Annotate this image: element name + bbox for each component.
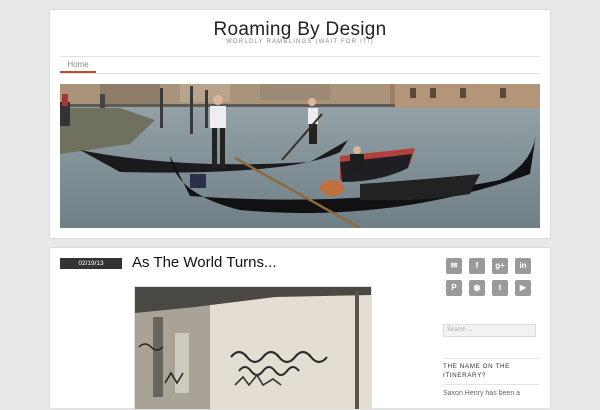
youtube-icon[interactable]: ▶ [515,280,531,296]
header-hero-image [60,84,540,228]
widget-divider-top [443,358,539,359]
facebook-icon[interactable]: f [469,258,485,274]
email-icon[interactable]: ✉ [446,258,462,274]
pinterest-icon[interactable]: P [446,280,462,296]
site-header: Roaming By Design WORLDLY RAMBLINGS (WAI… [50,10,550,238]
post-title-link[interactable]: As The World Turns... [132,254,277,271]
post-content-area: 02/19/13 As The World Turns... ✉ f g+ in P ◉ t… [50,248,550,410]
post-featured-image[interactable] [134,286,372,410]
nav-item-home[interactable]: Home [60,58,96,72]
search-input[interactable]: Search ... [443,324,536,337]
widget-divider-bottom [443,384,539,385]
rss-icon[interactable]: ◉ [469,280,485,296]
twitter-icon[interactable]: t [492,280,508,296]
nav-divider-bottom [60,73,540,74]
widget-title: THE NAME ON THE ITINERARY? [443,363,510,379]
linkedin-icon[interactable]: in [515,258,531,274]
nav-divider-top [60,56,540,57]
site-tagline: WORLDLY RAMBLINGS (WAIT FOR IT!) [226,39,374,45]
google-plus-icon[interactable]: g+ [492,258,508,274]
widget-text: Saxon Henry has been a [443,390,521,397]
site-title[interactable]: Roaming By Design [50,19,550,41]
post-date-badge: 02/19/13 [60,258,122,269]
